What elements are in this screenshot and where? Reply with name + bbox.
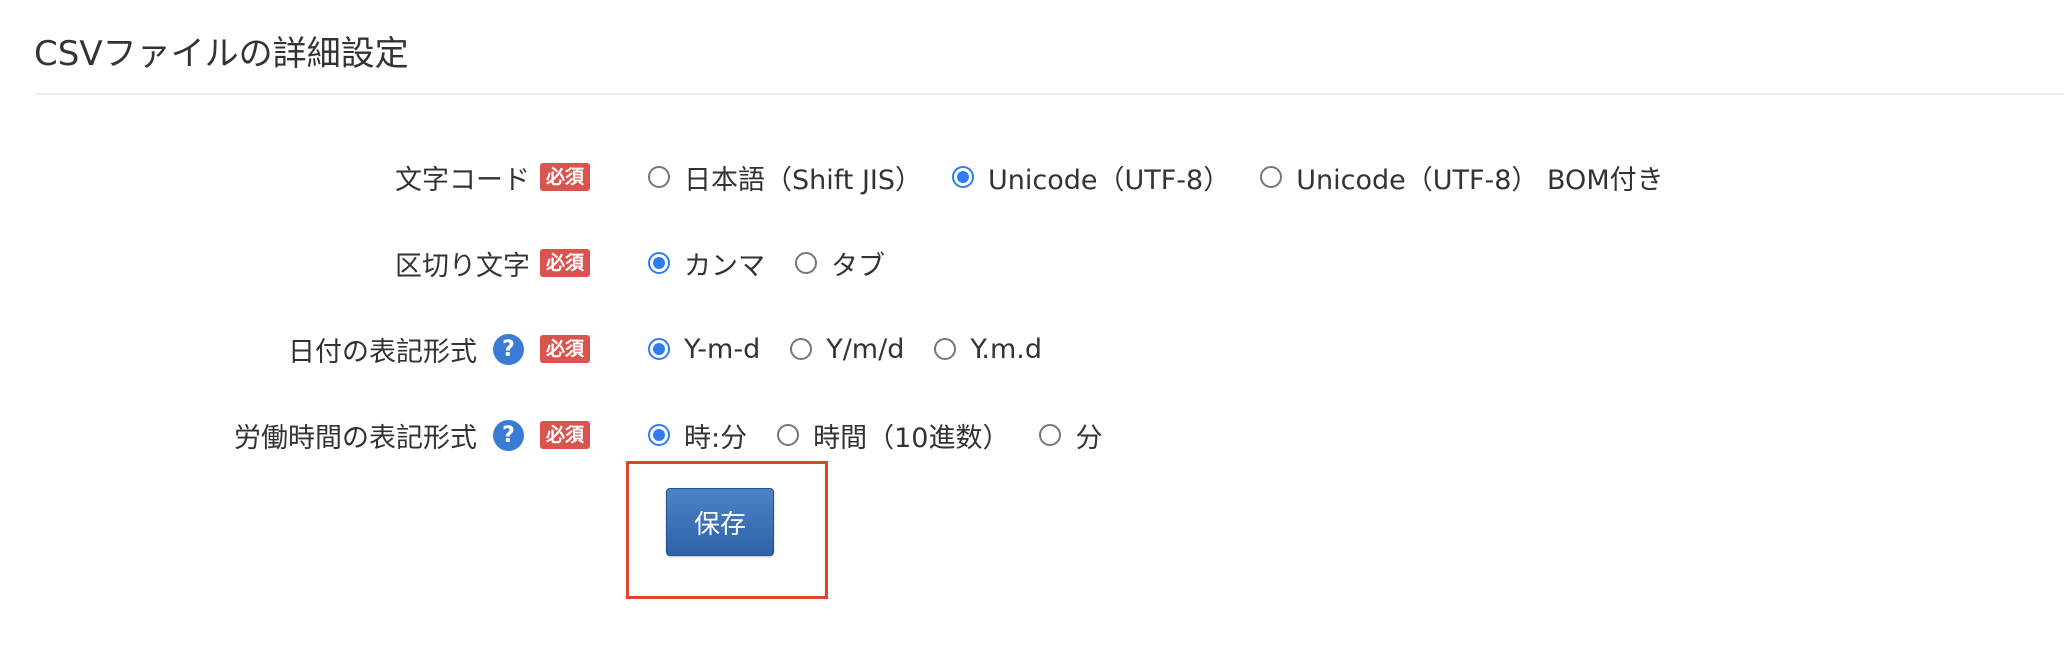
form-row-encoding: 文字コード 必須 日本語（Shift JIS） Unicode（UTF-8） U…	[0, 152, 2064, 202]
radio-button[interactable]	[790, 338, 813, 360]
radio-button-checked[interactable]	[648, 252, 670, 274]
date-format-label-cell: 日付の表記形式 ? 必須	[288, 324, 590, 374]
encoding-options: 日本語（Shift JIS） Unicode（UTF-8） Unicode（UT…	[648, 152, 1694, 202]
help-icon[interactable]: ?	[492, 419, 524, 451]
radio-button-checked[interactable]	[952, 166, 975, 188]
radio-button-checked[interactable]	[648, 424, 670, 446]
radio-button[interactable]	[1039, 424, 1062, 446]
option-label: 日本語（Shift JIS）	[684, 164, 923, 196]
encoding-option-utf8[interactable]: Unicode（UTF-8）	[952, 158, 1230, 197]
delimiter-label: 区切り文字	[394, 250, 530, 282]
required-badge: 必須	[539, 249, 590, 277]
option-label: Y/m/d	[826, 333, 905, 365]
date-format-option-dot[interactable]: Y.m.d	[934, 334, 1042, 365]
option-label: タブ	[831, 250, 885, 282]
radio-button[interactable]	[795, 252, 817, 274]
option-label: 分	[1075, 422, 1103, 454]
worktime-format-label: 労働時間の表記形式	[233, 422, 477, 454]
form-row-date-format: 日付の表記形式 ? 必須 Y-m-d Y/m/d Y.m.d	[0, 324, 2064, 374]
worktime-format-label-cell: 労働時間の表記形式 ? 必須	[234, 410, 590, 460]
option-label: Y.m.d	[970, 333, 1042, 365]
form-row-delimiter: 区切り文字 必須 カンマ タブ	[0, 238, 2064, 288]
help-icon[interactable]: ?	[492, 333, 524, 365]
radio-button-checked[interactable]	[648, 338, 670, 360]
option-label: カンマ	[684, 250, 765, 282]
radio-button[interactable]	[1260, 166, 1283, 188]
form-row-worktime-format: 労働時間の表記形式 ? 必須 時:分 時間（10進数） 分	[0, 410, 2064, 460]
worktime-option-decimal-hours[interactable]: 時間（10進数）	[777, 416, 1009, 455]
delimiter-options: カンマ タブ	[648, 238, 915, 288]
radio-button[interactable]	[934, 338, 957, 360]
delimiter-label-cell: 区切り文字 必須	[395, 238, 590, 288]
section-title: CSVファイルの詳細設定	[34, 34, 409, 74]
worktime-option-minutes[interactable]: 分	[1039, 416, 1102, 455]
required-badge: 必須	[539, 163, 590, 191]
section-divider	[34, 93, 2064, 95]
option-label: Unicode（UTF-8）	[988, 164, 1231, 196]
required-badge: 必須	[539, 421, 590, 449]
delimiter-option-tab[interactable]: タブ	[795, 244, 885, 283]
encoding-option-utf8-bom[interactable]: Unicode（UTF-8） BOM付き	[1260, 158, 1664, 197]
encoding-option-shift-jis[interactable]: 日本語（Shift JIS）	[648, 158, 922, 197]
encoding-label: 文字コード	[394, 164, 530, 196]
date-format-option-slash[interactable]: Y/m/d	[790, 334, 904, 365]
save-button[interactable]: 保存	[666, 488, 774, 556]
option-label: 時間（10進数）	[813, 422, 1010, 454]
date-format-option-dash[interactable]: Y-m-d	[648, 334, 760, 365]
worktime-format-options: 時:分 時間（10進数） 分	[648, 410, 1132, 460]
worktime-option-hour-minute[interactable]: 時:分	[648, 416, 747, 455]
radio-button[interactable]	[777, 424, 800, 446]
radio-button[interactable]	[648, 166, 670, 188]
option-label: 時:分	[684, 422, 748, 454]
encoding-label-cell: 文字コード 必須	[395, 152, 590, 202]
required-badge: 必須	[539, 335, 590, 363]
delimiter-option-comma[interactable]: カンマ	[648, 244, 765, 283]
option-label: Y-m-d	[684, 333, 761, 365]
date-format-label: 日付の表記形式	[287, 336, 477, 368]
date-format-options: Y-m-d Y/m/d Y.m.d	[648, 324, 1072, 374]
option-label: Unicode（UTF-8） BOM付き	[1296, 164, 1664, 196]
